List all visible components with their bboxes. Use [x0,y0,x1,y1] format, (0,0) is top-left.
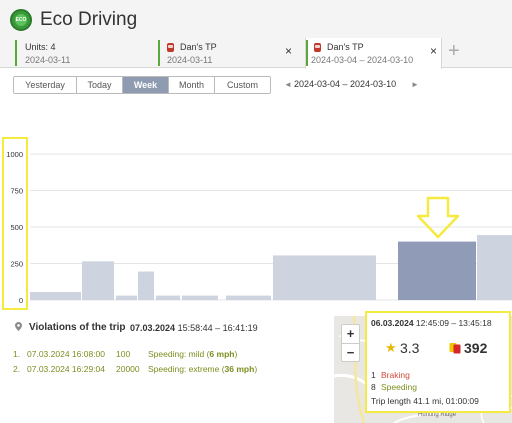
chart-bar[interactable] [30,291,81,300]
violation-datetime: 07.03.2024 16:29:04 [27,364,105,374]
eco-logo-text: ECO [15,14,27,26]
add-tab-button[interactable]: + [448,41,460,61]
tab-accent-bar [15,40,17,66]
tab-accent-bar [158,40,160,66]
car-icon [314,43,321,52]
chart-bar-selected[interactable] [398,241,476,300]
chart-bar[interactable] [156,295,180,300]
period-selector: Yesterday Today Week Month Custom [13,76,271,94]
period-today-button[interactable]: Today [77,77,123,93]
tab-title: Units: 4 [25,42,56,52]
violation-type: Speeding: mild (6 mph) [148,349,238,359]
app-title: Eco Driving [40,9,138,30]
chart-bar[interactable] [182,295,218,300]
date-range-label: 2024-03-04 – 2024-03-10 [294,79,397,89]
period-yesterday-button[interactable]: Yesterday [14,77,77,93]
tab-subtitle: 2024-03-04 – 2024-03-10 [311,55,414,65]
tab-units[interactable]: Units: 4 2024-03-11 [15,38,155,68]
trip-time-range: 15:58:44 – 16:41:19 [177,323,258,333]
info-card-highlight [365,311,511,413]
zoom-in-button[interactable]: + [342,325,359,343]
down-arrow-highlight-icon [416,196,460,239]
tab-dans-tp-1[interactable]: Dan's TP 2024-03-11 × [158,38,303,68]
tab-title: Dan's TP [180,42,217,52]
violation-speed: 6 mph [209,349,235,359]
eco-logo-icon: ECO [10,9,32,31]
tabs-bar: Units: 4 2024-03-11 Dan's TP 2024-03-11 … [0,38,512,69]
close-tab-icon[interactable]: × [285,45,292,57]
chart-bar[interactable] [82,261,114,300]
violation-speed: 36 mph [224,364,255,374]
range-prev-icon[interactable]: ◄ [284,80,292,89]
violation-type: Speeding: extreme (36 mph) [148,364,258,374]
location-pin-icon [15,322,22,331]
car-icon [167,43,174,52]
y-axis-highlight [2,137,28,310]
trip-date: 07.03.2024 [130,323,176,333]
chart-bar[interactable] [273,255,376,300]
map-zoom-control: + − [341,324,360,362]
violations-title: Violations of the trip [29,322,126,333]
violation-row[interactable]: 1. 07.03.2024 16:08:00 100 Speeding: mil… [13,349,237,359]
violation-value: 100 [116,349,131,359]
chart-bar[interactable] [226,295,271,300]
violation-row[interactable]: 2. 07.03.2024 16:29:04 20000 Speeding: e… [13,364,257,374]
tab-accent-bar [306,40,308,66]
violation-datetime: 07.03.2024 16:08:00 [27,349,105,359]
chart-bar[interactable] [138,271,154,300]
period-month-button[interactable]: Month [169,77,215,93]
violation-number: 2. [13,364,21,374]
trip-time: 07.03.2024 15:58:44 – 16:41:19 [130,323,258,333]
period-custom-button[interactable]: Custom [215,77,270,93]
close-tab-icon[interactable]: × [430,45,437,57]
chart-bar[interactable] [116,295,137,300]
range-next-icon[interactable]: ► [411,80,419,89]
chart-bar[interactable] [477,235,512,300]
tab-subtitle: 2024-03-11 [167,55,213,65]
tab-title: Dan's TP [327,42,364,52]
violation-number: 1. [13,349,21,359]
violation-value: 20000 [116,364,140,374]
period-week-button[interactable]: Week [123,77,169,93]
zoom-out-button[interactable]: − [342,343,359,361]
tab-dans-tp-2[interactable]: Dan's TP 2024-03-04 – 2024-03-10 × [305,38,442,69]
app-header: ECO Eco Driving [0,0,512,38]
tab-subtitle: 2024-03-11 [25,55,71,65]
